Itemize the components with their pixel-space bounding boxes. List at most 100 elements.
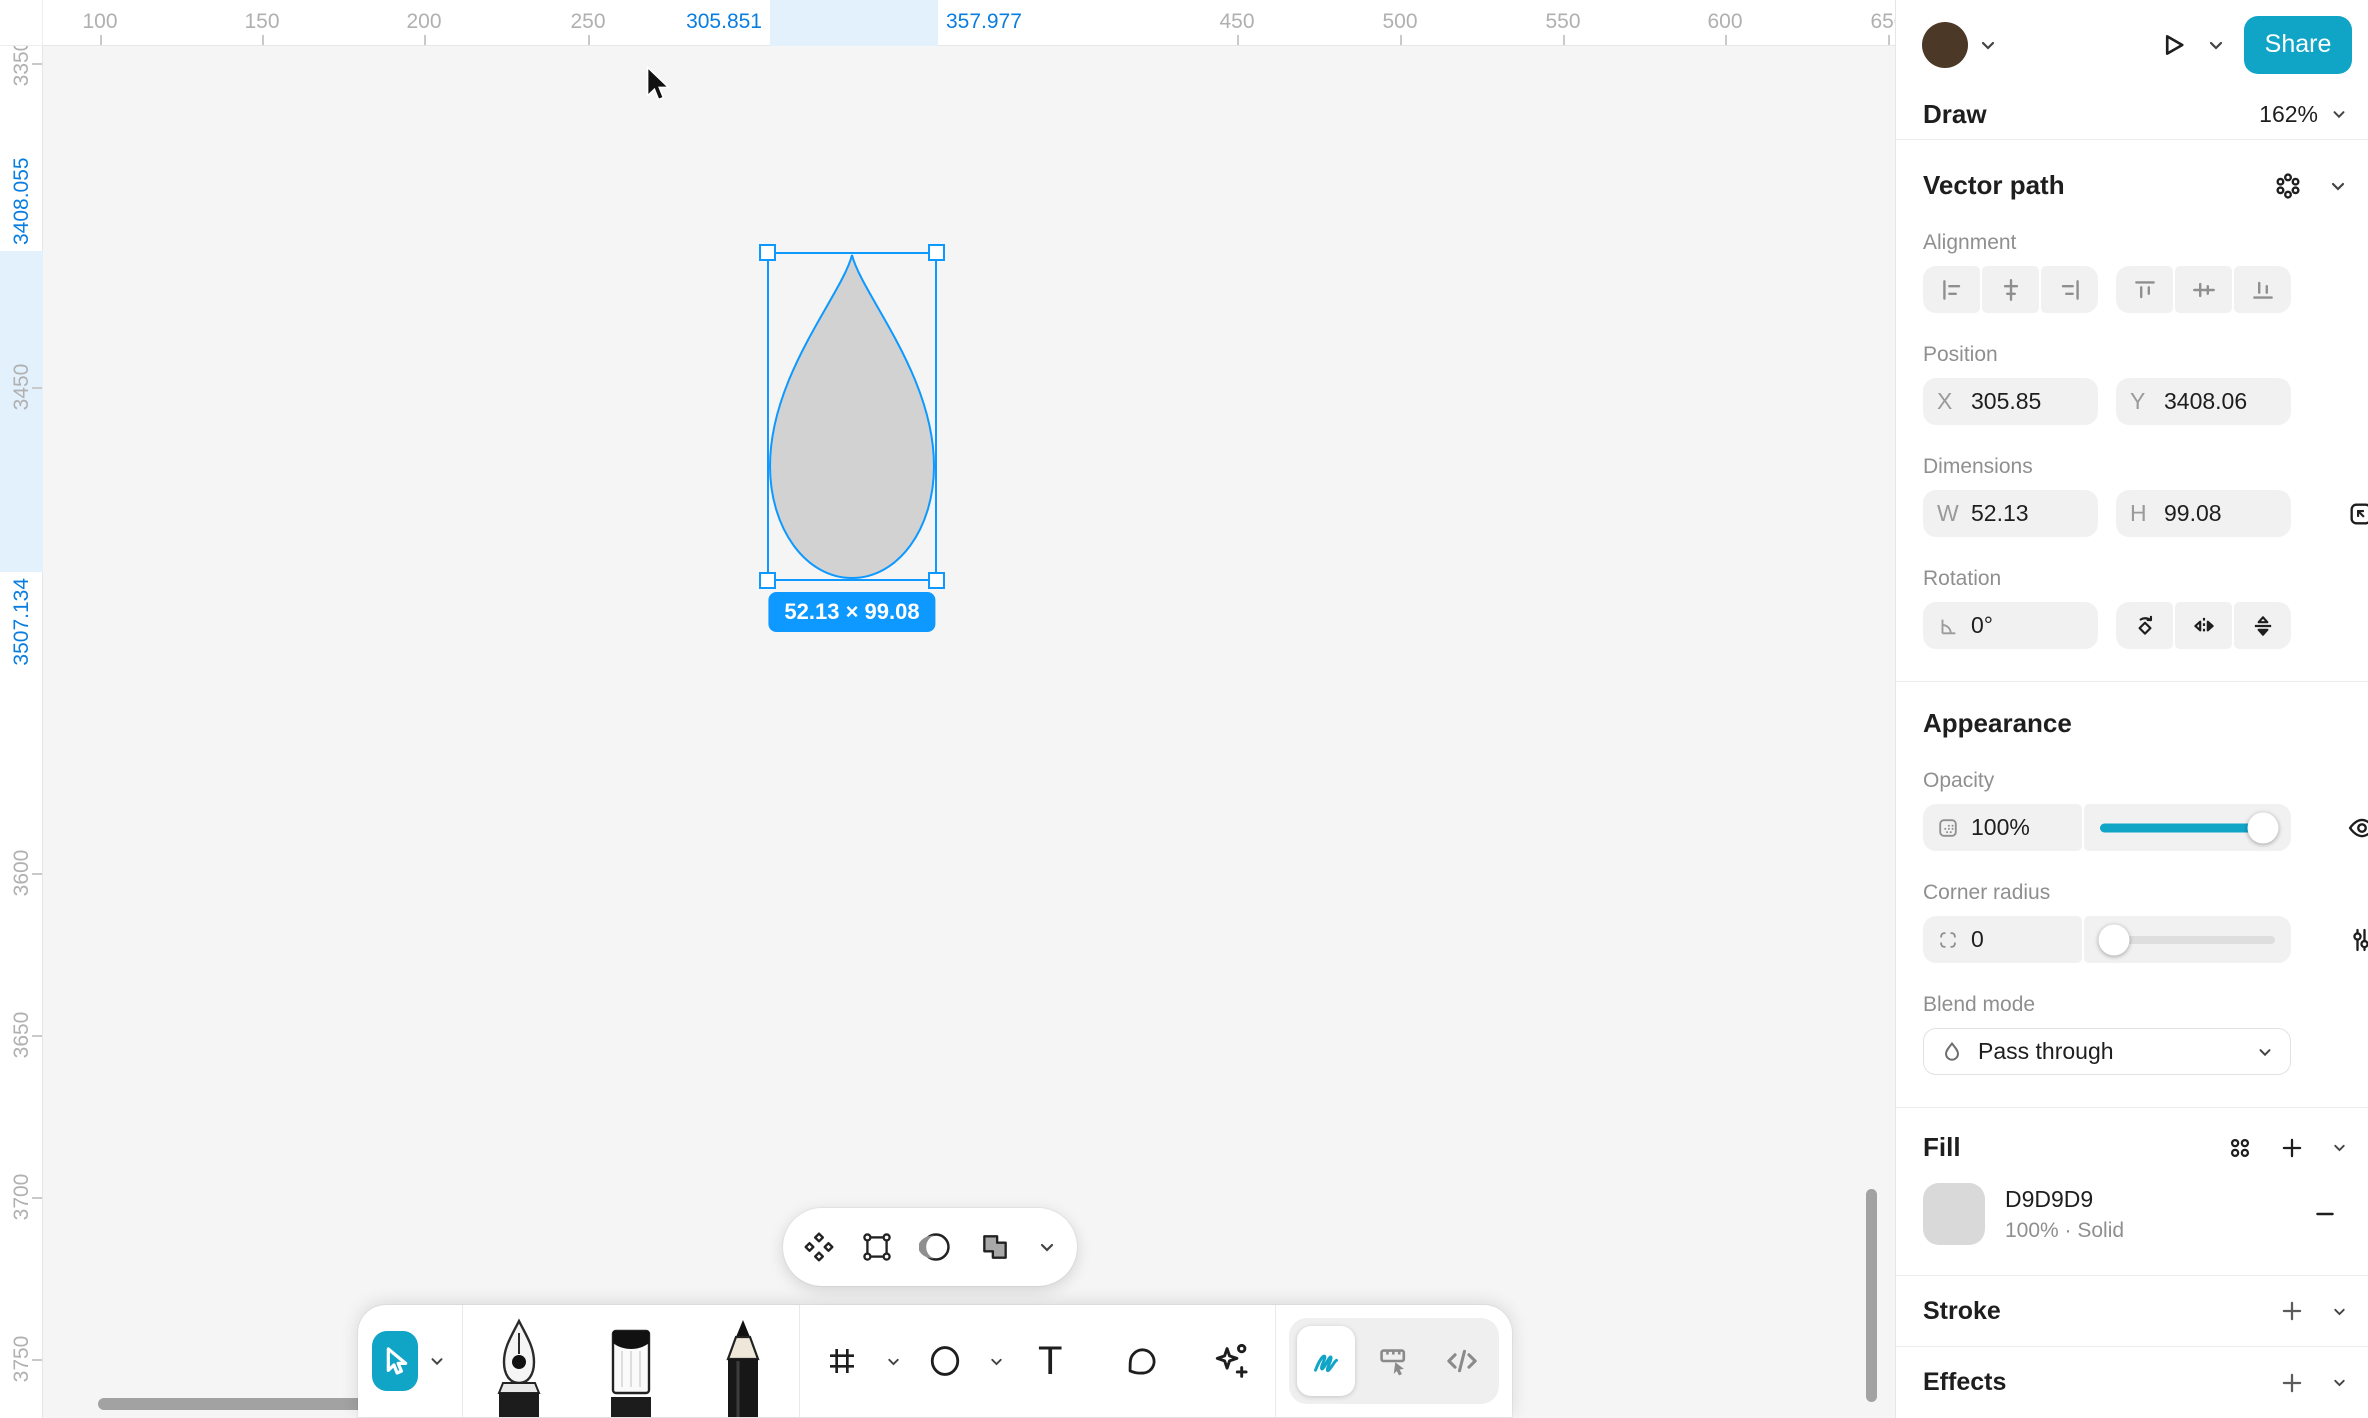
transform-frame-icon[interactable] [861,1231,893,1263]
corner-radius-value[interactable]: 0 [1971,926,1984,953]
ruler-tick-label: 305.851 [686,10,762,34]
y-position-field[interactable]: Y 3408.06 [2116,378,2291,425]
vector-points-icon[interactable] [803,1231,835,1263]
selected-vector-shape[interactable] [768,253,936,580]
opacity-label: Opacity [1923,769,2352,793]
fill-styles-icon[interactable] [2227,1135,2253,1161]
ruler-vertical: 33503408.05534503507.1343600365037003750 [0,0,43,1418]
draw-mode-tab[interactable] [1297,1326,1355,1396]
blend-mode-value[interactable]: Pass through [1978,1038,2242,1065]
x-position-field[interactable]: X 305.85 [1923,378,2098,425]
corner-slider-thumb[interactable] [2098,924,2129,955]
text-tool-button[interactable]: T [1005,1305,1095,1417]
align-bottom-button[interactable] [2234,266,2291,313]
opacity-slider[interactable] [2084,804,2291,851]
resize-handle-bottom-left[interactable] [759,572,776,589]
zoom-chevron-icon[interactable] [2330,105,2348,123]
h-value[interactable]: 99.08 [2164,500,2222,527]
present-chevron-icon[interactable] [2206,35,2226,55]
share-button[interactable]: Share [2244,16,2352,74]
mode-switcher [1289,1318,1499,1404]
constrain-proportions-icon[interactable] [2347,500,2368,528]
rotation-label: Rotation [1923,567,2352,591]
dots-ring-icon[interactable] [2274,172,2302,200]
chevron-down-icon[interactable] [1037,1237,1057,1257]
ellipse-tool-button[interactable] [902,1305,988,1417]
move-tool-chevron-icon[interactable] [428,1352,446,1370]
fill-chevron-icon[interactable] [2331,1139,2348,1156]
align-left-button[interactable] [1923,266,1980,313]
visibility-eye-icon[interactable] [2347,813,2368,843]
account-chevron-icon[interactable] [1978,35,1998,55]
context-toolbar [783,1208,1077,1286]
ai-actions-button[interactable] [1185,1305,1275,1417]
rotate-90-button[interactable] [2116,602,2173,649]
frame-tool-button[interactable] [799,1305,885,1417]
ruler-tick-mark [262,35,264,45]
x-value[interactable]: 305.85 [1971,388,2041,415]
vector-path-section: Vector path Alignment [1896,140,2368,682]
resize-handle-top-right[interactable] [928,244,945,261]
move-tool-button[interactable] [372,1331,418,1391]
resize-handle-bottom-right[interactable] [928,572,945,589]
y-prefix: Y [2130,388,2152,415]
effects-title: Effects [1923,1368,2279,1397]
dev-mode-tab[interactable] [1433,1326,1491,1396]
align-top-button[interactable] [2116,266,2173,313]
independent-corners-icon[interactable] [2347,926,2368,954]
ruler-selection-highlight-h [770,0,938,46]
comment-tool-button[interactable] [1095,1305,1185,1417]
mode-label: Draw [1923,99,2259,130]
ruler-tick-mark [1237,35,1239,45]
boolean-union-icon[interactable] [979,1231,1011,1263]
flip-horizontal-button[interactable] [2175,602,2232,649]
fill-hex-value[interactable]: D9D9D9 [2005,1186,2292,1213]
rotation-field[interactable]: 0° [1923,602,2098,649]
align-vertical-center-button[interactable] [2175,266,2232,313]
height-field[interactable]: H 99.08 [2116,490,2291,537]
width-field[interactable]: W 52.13 [1923,490,2098,537]
add-effect-icon[interactable] [2279,1370,2305,1396]
ruler-tick-mark [1563,35,1565,45]
blend-mode-select[interactable]: Pass through [1923,1028,2291,1075]
effects-chevron-icon[interactable] [2331,1374,2348,1391]
zoom-level[interactable]: 162% [2259,101,2318,128]
vertical-scrollbar[interactable] [1866,1189,1877,1402]
ruler-tick-mark [1400,35,1402,45]
angle-icon [1937,615,1959,637]
align-right-button[interactable] [2041,266,2098,313]
shading-contrast-icon[interactable] [919,1230,953,1264]
y-value[interactable]: 3408.06 [2164,388,2247,415]
design-mode-tab[interactable] [1365,1326,1423,1396]
avatar[interactable] [1922,22,1968,68]
remove-fill-icon[interactable] [2312,1201,2338,1227]
brush-tool-button[interactable] [575,1305,687,1417]
corner-radius-field[interactable]: 0 [1923,916,2082,963]
w-value[interactable]: 52.13 [1971,500,2029,527]
section-chevron-icon[interactable] [2328,176,2348,196]
ruler-horizontal: 100150200250305.851357.97745050055060065… [0,0,1895,46]
pen-tool-button[interactable] [463,1305,575,1417]
opacity-slider-thumb[interactable] [2248,812,2279,843]
canvas[interactable]: 100150200250305.851357.97745050055060065… [0,0,1895,1418]
align-horizontal-center-button[interactable] [1982,266,2039,313]
opacity-value-field[interactable]: 100% [1923,804,2082,851]
add-fill-icon[interactable] [2279,1135,2305,1161]
selection-bounding-box [767,252,937,581]
present-play-icon[interactable] [2158,30,2188,60]
zoom-control[interactable]: 162% [2259,101,2348,128]
corner-radius-slider[interactable] [2084,916,2291,963]
pencil-tool-button[interactable] [687,1305,799,1417]
rotation-value[interactable]: 0° [1971,612,1993,639]
ellipse-tool-chevron-icon[interactable] [988,1353,1005,1370]
resize-handle-top-left[interactable] [759,244,776,261]
panel-header: Share [1896,0,2368,89]
stroke-chevron-icon[interactable] [2331,1303,2348,1320]
opacity-value[interactable]: 100% [1971,814,2030,841]
frame-tool-chevron-icon[interactable] [885,1353,902,1370]
fill-section: Fill D9D9D9 100% · Solid [1896,1108,2368,1276]
fill-color-swatch[interactable] [1923,1183,1985,1245]
flip-vertical-button[interactable] [2234,602,2291,649]
add-stroke-icon[interactable] [2279,1298,2305,1324]
blend-chevron-icon[interactable] [2256,1043,2274,1061]
